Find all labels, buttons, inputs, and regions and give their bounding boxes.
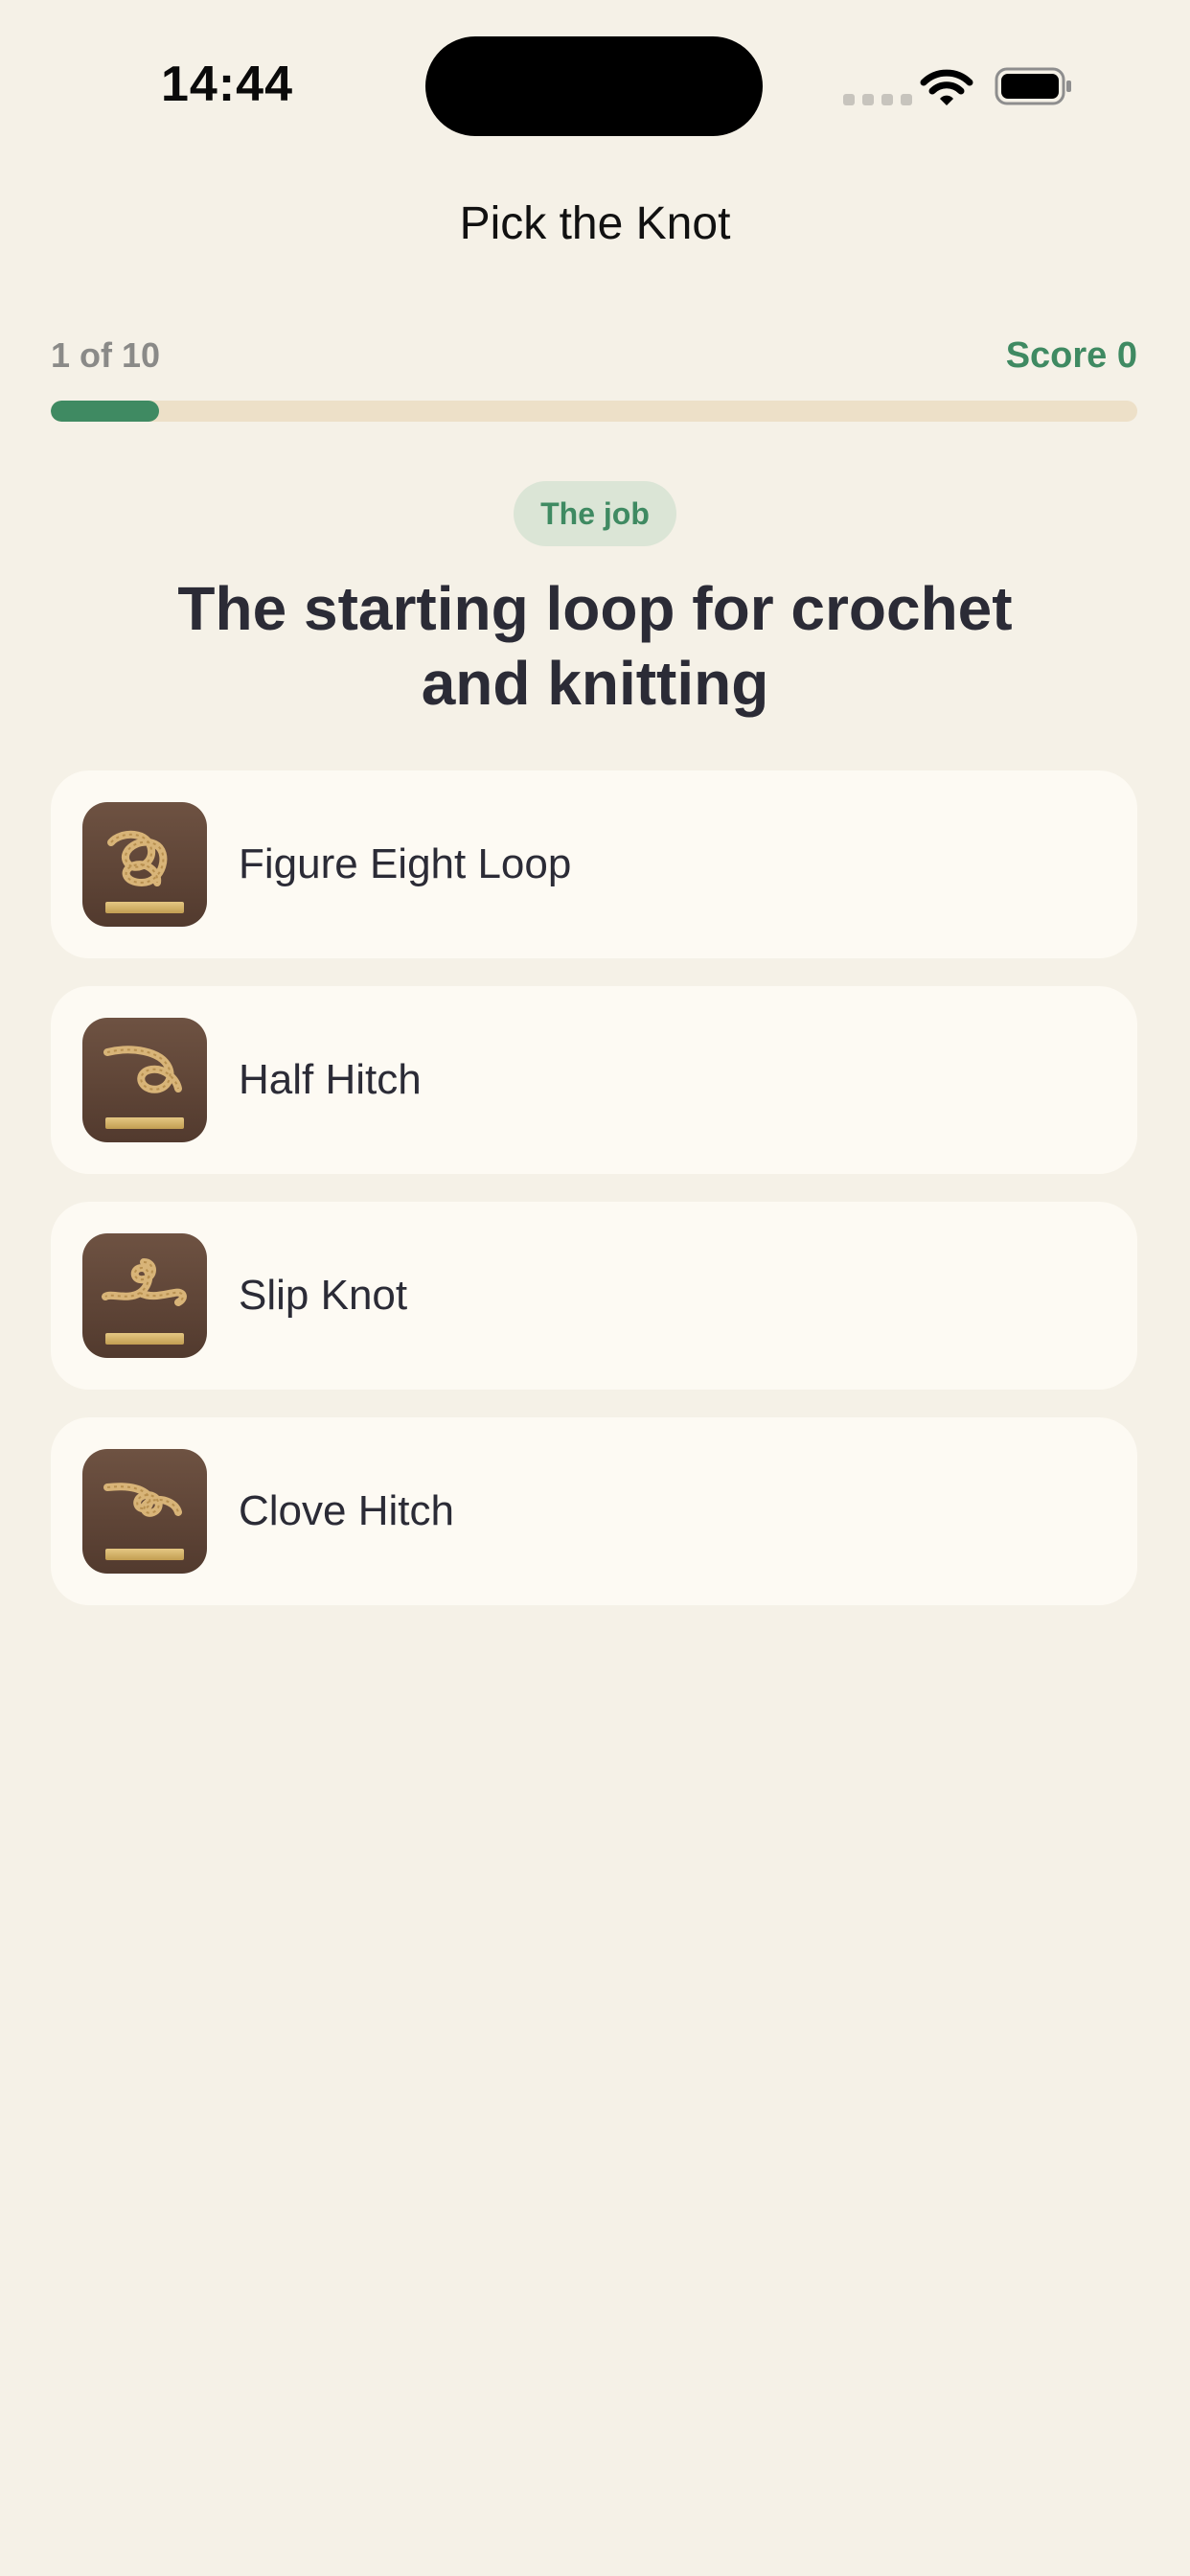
half-hitch-icon	[82, 1018, 207, 1142]
battery-icon	[995, 67, 1071, 105]
page-title: Pick the Knot	[459, 198, 731, 249]
progress-bar-fill	[51, 401, 160, 422]
cellular-signal-icon	[843, 94, 912, 105]
answer-option-label: Half Hitch	[239, 1056, 422, 1103]
score-label: Score 0	[1005, 335, 1137, 376]
status-time: 14:44	[161, 57, 293, 112]
answer-option-slip-knot[interactable]: Slip Knot	[51, 1202, 1137, 1390]
category-badge-wrap: The job	[0, 481, 1190, 546]
progress-bar	[51, 401, 1137, 422]
figure-eight-loop-icon	[82, 802, 207, 927]
progress-header: 1 of 10 Score 0	[51, 335, 1137, 378]
answer-option-label: Slip Knot	[239, 1272, 408, 1319]
answer-option-figure-eight-loop[interactable]: Figure Eight Loop	[51, 770, 1137, 958]
answer-option-clove-hitch[interactable]: Clove Hitch	[51, 1417, 1137, 1605]
wifi-icon	[920, 69, 973, 105]
clove-hitch-icon	[82, 1449, 207, 1574]
answer-option-half-hitch[interactable]: Half Hitch	[51, 986, 1137, 1174]
answer-option-label: Clove Hitch	[239, 1487, 454, 1534]
answer-option-label: Figure Eight Loop	[239, 840, 572, 887]
dynamic-island	[425, 36, 763, 136]
category-badge: The job	[514, 481, 676, 546]
answer-options: Figure Eight Loop Half Hitch Slip Knot C…	[51, 770, 1137, 1633]
slip-knot-icon	[82, 1233, 207, 1358]
status-bar: 14:44	[0, 0, 1190, 172]
question-counter: 1 of 10	[51, 335, 161, 375]
question-text: The starting loop for crochet and knitti…	[177, 574, 1013, 718]
